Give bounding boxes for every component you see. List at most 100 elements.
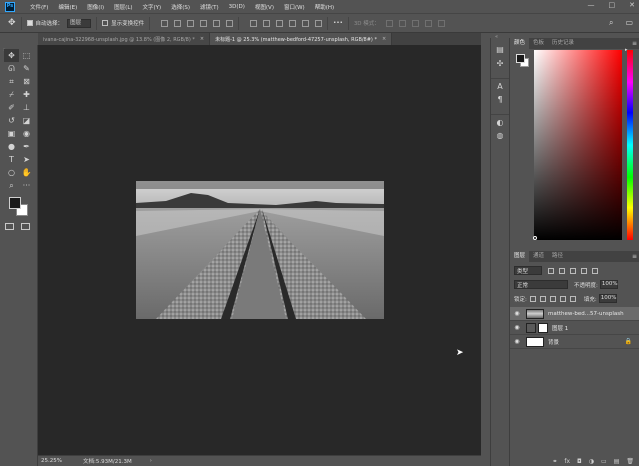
search-icon[interactable]: ⌕ bbox=[609, 18, 613, 28]
zoom-level-field[interactable]: 25.25% bbox=[41, 458, 71, 464]
align-vcenter-icon[interactable] bbox=[174, 19, 182, 27]
3d-roll-icon[interactable] bbox=[398, 19, 406, 27]
tab-color[interactable]: 颜色 bbox=[510, 38, 530, 49]
stamp-tool-icon[interactable]: ⊥ bbox=[19, 101, 34, 114]
adjustment-layer-icon[interactable]: ◑ bbox=[589, 458, 594, 465]
menu-image[interactable]: 图像(I) bbox=[82, 3, 109, 11]
hue-slider-marker-icon[interactable]: ▸ bbox=[625, 47, 628, 53]
filter-pixel-icon[interactable] bbox=[548, 267, 554, 274]
more-tools-icon[interactable]: ··· bbox=[19, 179, 34, 192]
3d-drag-icon[interactable] bbox=[411, 19, 419, 27]
menu-file[interactable]: 文件(F) bbox=[25, 3, 53, 11]
lasso-tool-icon[interactable]: ᘏ bbox=[4, 62, 19, 75]
align-hcenter-icon[interactable] bbox=[213, 19, 221, 27]
new-group-icon[interactable]: ▭ bbox=[601, 458, 607, 465]
lock-all-icon[interactable] bbox=[569, 295, 576, 302]
close-icon[interactable]: × bbox=[200, 36, 204, 42]
foreground-color-swatch[interactable] bbox=[9, 197, 21, 209]
maximize-button[interactable]: □ bbox=[609, 1, 616, 9]
shape-tool-icon[interactable]: ○ bbox=[4, 166, 19, 179]
panel-foreground-swatch[interactable] bbox=[516, 54, 525, 63]
filter-type-icon[interactable] bbox=[570, 267, 576, 274]
pen-tool-icon[interactable]: ✒ bbox=[19, 140, 34, 153]
distribute-left-icon[interactable] bbox=[289, 19, 297, 27]
menu-view[interactable]: 视图(V) bbox=[250, 3, 279, 11]
move-tool-icon[interactable]: ✥ bbox=[4, 49, 19, 62]
show-transform-checkbox[interactable] bbox=[102, 20, 109, 26]
filter-shape-icon[interactable] bbox=[581, 267, 587, 274]
paragraph-panel-icon[interactable]: ¶ bbox=[491, 92, 509, 106]
tab-document-2[interactable]: 未标题-1 @ 25.3% (matthew-bedford-47257-uns… bbox=[210, 33, 393, 45]
menu-3d[interactable]: 3D(D) bbox=[224, 4, 250, 10]
zoom-tool-icon[interactable]: ⌕ bbox=[4, 179, 19, 192]
filter-adjustment-icon[interactable] bbox=[559, 267, 565, 274]
lock-transparent-icon[interactable] bbox=[529, 295, 536, 302]
3d-rotate-icon[interactable] bbox=[385, 19, 393, 27]
crop-tool-icon[interactable]: ⌗ bbox=[4, 75, 19, 88]
libraries-panel-icon[interactable]: ◍ bbox=[491, 128, 509, 142]
character-panel-icon[interactable]: A bbox=[491, 78, 509, 92]
blend-mode-dropdown[interactable]: 正常 bbox=[514, 280, 568, 289]
history-panel-icon[interactable]: ▤ bbox=[491, 42, 509, 56]
panel-menu-icon[interactable]: ≡ bbox=[632, 251, 637, 262]
layer-row[interactable]: ◉ 图层 1 bbox=[510, 321, 639, 335]
screen-mode-icon[interactable] bbox=[21, 223, 30, 230]
layer-row[interactable]: ◉ 背景 🔒 bbox=[510, 335, 639, 349]
dodge-tool-icon[interactable]: ● bbox=[4, 140, 19, 153]
auto-select-checkbox[interactable] bbox=[26, 20, 33, 26]
tab-channels[interactable]: 通道 bbox=[529, 251, 548, 262]
color-picker-marker[interactable] bbox=[533, 236, 537, 240]
document-image[interactable] bbox=[136, 181, 384, 319]
adjustments-panel-icon[interactable]: ◐ bbox=[491, 114, 509, 128]
status-menu-arrow-icon[interactable]: › bbox=[150, 458, 152, 464]
menu-window[interactable]: 窗口(W) bbox=[279, 3, 310, 11]
lock-paint-icon[interactable] bbox=[539, 295, 546, 302]
color-picker-field[interactable] bbox=[534, 50, 622, 240]
move-tool-icon[interactable]: ✥ bbox=[8, 18, 16, 28]
3d-scale-icon[interactable] bbox=[437, 19, 445, 27]
minimize-button[interactable]: — bbox=[588, 1, 595, 9]
menu-help[interactable]: 帮助(H) bbox=[310, 3, 339, 11]
3d-slide-icon[interactable] bbox=[424, 19, 432, 27]
hand-tool-icon[interactable]: ✋ bbox=[19, 166, 34, 179]
lock-artboard-icon[interactable] bbox=[559, 295, 566, 302]
layer-filter-dropdown[interactable]: 类型 bbox=[514, 266, 542, 275]
path-select-tool-icon[interactable]: ➤ bbox=[19, 153, 34, 166]
more-options-button[interactable]: ••• bbox=[333, 20, 343, 26]
auto-select-dropdown[interactable]: 图层 bbox=[67, 18, 92, 28]
visibility-eye-icon[interactable]: ◉ bbox=[510, 324, 524, 331]
add-mask-icon[interactable]: ◘ bbox=[577, 458, 582, 465]
workspace-icon[interactable]: ▭ bbox=[625, 18, 633, 28]
eyedropper-tool-icon[interactable]: ⌿ bbox=[4, 88, 19, 101]
type-tool-icon[interactable]: T bbox=[4, 153, 19, 166]
visibility-eye-icon[interactable]: ◉ bbox=[510, 338, 524, 345]
align-bottom-icon[interactable] bbox=[187, 19, 195, 27]
hue-slider[interactable] bbox=[627, 50, 633, 240]
link-layers-icon[interactable]: ⚭ bbox=[552, 458, 557, 465]
align-left-icon[interactable] bbox=[200, 19, 208, 27]
healing-tool-icon[interactable]: ✚ bbox=[19, 88, 34, 101]
tab-layers[interactable]: 图层 bbox=[510, 251, 530, 262]
menu-edit[interactable]: 编辑(E) bbox=[53, 3, 82, 11]
quick-mask-icon[interactable] bbox=[5, 223, 14, 230]
close-window-button[interactable]: ✕ bbox=[629, 1, 635, 9]
collapse-icon[interactable]: « bbox=[495, 34, 498, 40]
eraser-tool-icon[interactable]: ◪ bbox=[19, 114, 34, 127]
filter-smart-object-icon[interactable] bbox=[592, 267, 598, 274]
brush-tool-icon[interactable]: ✐ bbox=[4, 101, 19, 114]
tab-paths[interactable]: 路径 bbox=[548, 251, 567, 262]
frame-tool-icon[interactable]: ⊠ bbox=[19, 75, 34, 88]
menu-type[interactable]: 文字(Y) bbox=[138, 3, 167, 11]
visibility-eye-icon[interactable]: ◉ bbox=[510, 310, 524, 317]
distribute-top-icon[interactable] bbox=[250, 19, 258, 27]
distribute-right-icon[interactable] bbox=[315, 19, 323, 27]
blur-tool-icon[interactable]: ◉ bbox=[19, 127, 34, 140]
gradient-tool-icon[interactable]: ▣ bbox=[4, 127, 19, 140]
fill-field[interactable]: 100% bbox=[598, 294, 617, 303]
tab-document-1[interactable]: ivana-cajina-322968-unsplash.jpg @ 13.8%… bbox=[38, 33, 211, 45]
properties-panel-icon[interactable]: ✣ bbox=[491, 56, 509, 70]
align-right-icon[interactable] bbox=[226, 19, 234, 27]
layer-row[interactable]: ◉ matthew-bed...57-unsplash bbox=[510, 307, 639, 321]
quick-select-tool-icon[interactable]: ✎ bbox=[19, 62, 34, 75]
opacity-field[interactable]: 100% bbox=[599, 280, 618, 289]
